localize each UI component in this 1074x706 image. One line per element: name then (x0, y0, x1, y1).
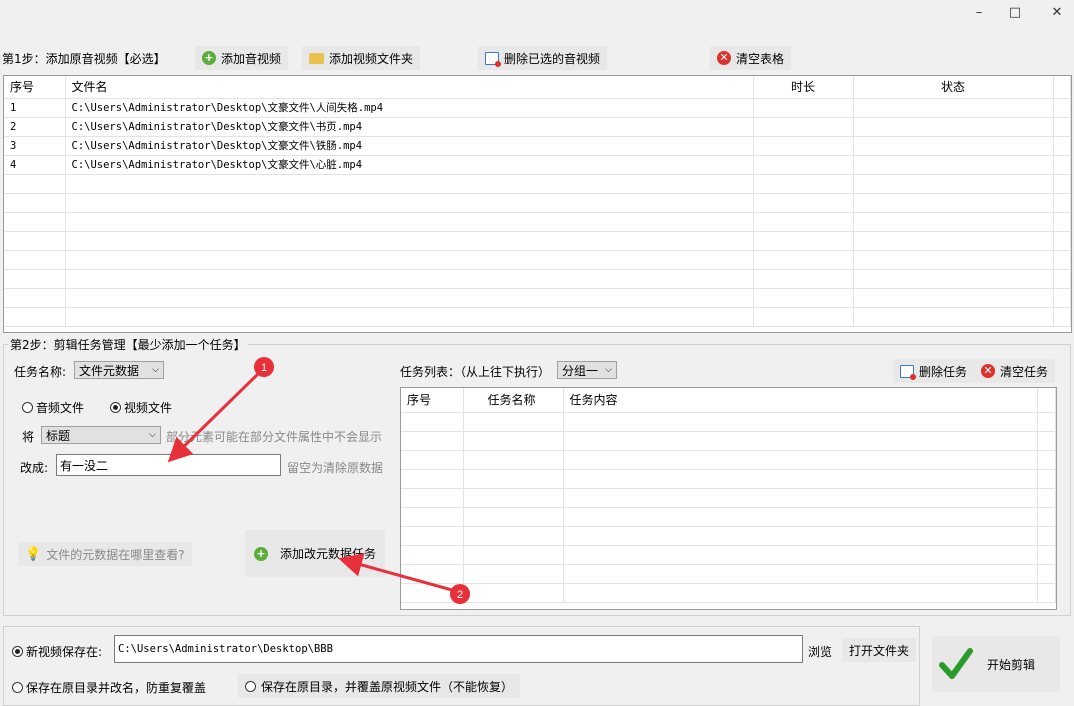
radio-off-icon (12, 682, 23, 693)
save-overwrite-radio[interactable]: 保存在原目录，并覆盖原视频文件（不能恢复） (238, 674, 521, 698)
radio-off-icon (245, 680, 256, 692)
browse-button[interactable]: 浏览 (808, 643, 832, 660)
save-new-radio[interactable]: 新视频保存在: (12, 643, 102, 660)
save-rename-radio[interactable]: 保存在原目录并改名，防重复覆盖 (12, 679, 206, 696)
annotation-overlay: 1 2 (167, 357, 470, 604)
annotation-label-1: 1 (261, 362, 267, 374)
open-folder-button[interactable]: 打开文件夹 (842, 638, 917, 662)
radio-on-icon (12, 646, 23, 657)
checkmark-icon (939, 648, 973, 679)
annotation-label-2: 2 (457, 589, 463, 601)
annotation-arrow-2 (338, 553, 453, 592)
annotation-arrow-1 (167, 370, 262, 463)
start-edit-button[interactable]: 开始剪辑 (932, 636, 1060, 692)
save-path-input[interactable]: C:\Users\Administrator\Desktop\BBB (114, 635, 803, 663)
